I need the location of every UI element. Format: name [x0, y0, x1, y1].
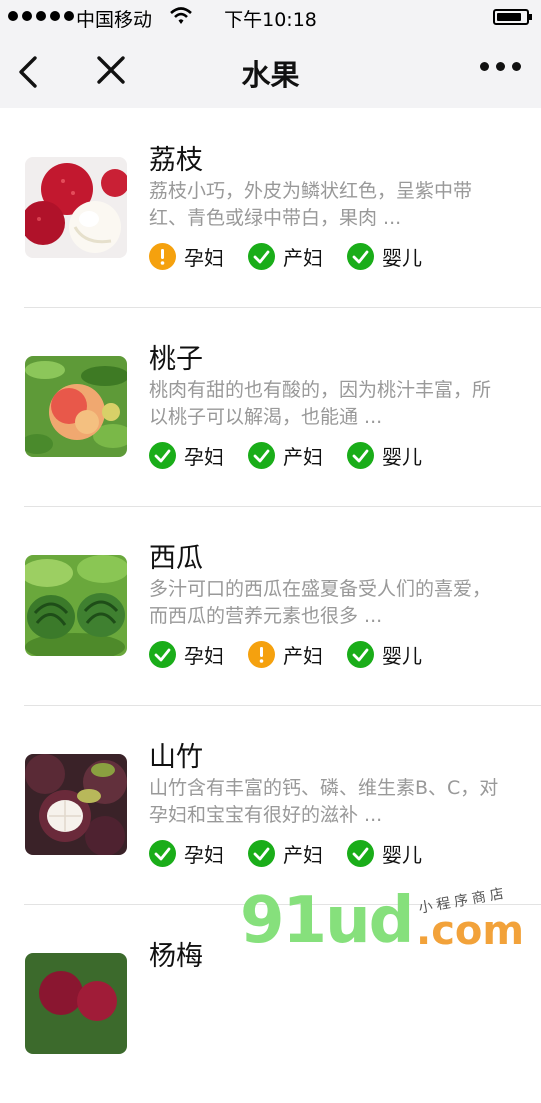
- item-description: 多汁可口的西瓜在盛夏备受人们的喜爱，而西瓜的营养元素也很多 ...: [149, 578, 492, 627]
- close-button[interactable]: [92, 52, 132, 92]
- battery-icon: [493, 9, 532, 25]
- list-item-peach[interactable]: 桃子 桃肉有甜的也有酸的，因为桃汁丰富，所以桃子可以解渴，也能通 ... 孕妇 …: [0, 307, 541, 506]
- close-icon: [97, 56, 125, 84]
- item-name: 西瓜: [149, 543, 203, 574]
- tag-pregnant: 孕妇: [149, 441, 224, 470]
- check-icon: [347, 840, 374, 867]
- back-button[interactable]: [16, 52, 56, 92]
- bayberry-image: [25, 953, 127, 1054]
- tag-postpartum: 产妇: [248, 839, 323, 868]
- lychee-image: [25, 157, 127, 258]
- item-name: 杨梅: [149, 941, 203, 972]
- tag-pregnant: 孕妇: [149, 242, 224, 271]
- item-description: 山竹含有丰富的钙、磷、维生素B、C，对孕妇和宝宝有很好的滋补 ...: [149, 777, 499, 826]
- watermark: 91ud .com 小程序商店: [240, 884, 541, 960]
- list-item-mangosteen[interactable]: 山竹 山竹含有丰富的钙、磷、维生素B、C，对孕妇和宝宝有很好的滋补 ... 孕妇…: [0, 705, 541, 904]
- tag-infant: 婴儿: [347, 839, 422, 868]
- watermark-logo-text: 91ud: [240, 884, 414, 958]
- mangosteen-image: [25, 754, 127, 855]
- chevron-left-icon: [19, 56, 37, 88]
- more-icon: [480, 62, 489, 71]
- item-name: 山竹: [149, 742, 203, 773]
- tag-pregnant: 孕妇: [149, 640, 224, 669]
- list-item-watermelon[interactable]: 西瓜 多汁可口的西瓜在盛夏备受人们的喜爱，而西瓜的营养元素也很多 ... 孕妇 …: [0, 506, 541, 705]
- status-bar: 中国移动 下午10:18: [0, 0, 541, 34]
- status-time: 下午10:18: [224, 9, 317, 31]
- tag-infant: 婴儿: [347, 441, 422, 470]
- page-title: 水果: [241, 58, 300, 92]
- check-icon: [347, 641, 374, 668]
- tag-postpartum: 产妇: [248, 242, 323, 271]
- item-name: 荔枝: [149, 145, 203, 176]
- item-description: 桃肉有甜的也有酸的，因为桃汁丰富，所以桃子可以解渴，也能通 ...: [149, 379, 492, 428]
- suitability-tags: 孕妇 产妇 婴儿: [149, 441, 446, 470]
- check-icon: [248, 243, 275, 270]
- check-icon: [149, 840, 176, 867]
- tag-pregnant: 孕妇: [149, 839, 224, 868]
- suitability-tags: 孕妇 产妇 婴儿: [149, 839, 446, 868]
- nav-bar: 水果: [0, 34, 541, 108]
- watermelon-image: [25, 555, 127, 656]
- check-icon: [347, 442, 374, 469]
- more-button[interactable]: [480, 62, 521, 71]
- suitability-tags: 孕妇 产妇 婴儿: [149, 242, 446, 271]
- warning-icon: [248, 641, 275, 668]
- tag-infant: 婴儿: [347, 242, 422, 271]
- check-icon: [347, 243, 374, 270]
- check-icon: [248, 840, 275, 867]
- check-icon: [248, 442, 275, 469]
- suitability-tags: 孕妇 产妇 婴儿: [149, 640, 446, 669]
- peach-image: [25, 356, 127, 457]
- tag-infant: 婴儿: [347, 640, 422, 669]
- item-name: 桃子: [149, 344, 203, 375]
- check-icon: [149, 641, 176, 668]
- warning-icon: [149, 243, 176, 270]
- item-description: 荔枝小巧，外皮为鳞状红色，呈紫中带红、青色或绿中带白，果肉 ...: [149, 180, 473, 229]
- list-item-lychee[interactable]: 荔枝 荔枝小巧，外皮为鳞状红色，呈紫中带红、青色或绿中带白，果肉 ... 孕妇 …: [0, 108, 541, 307]
- tag-postpartum: 产妇: [248, 441, 323, 470]
- tag-postpartum: 产妇: [248, 640, 323, 669]
- check-icon: [149, 442, 176, 469]
